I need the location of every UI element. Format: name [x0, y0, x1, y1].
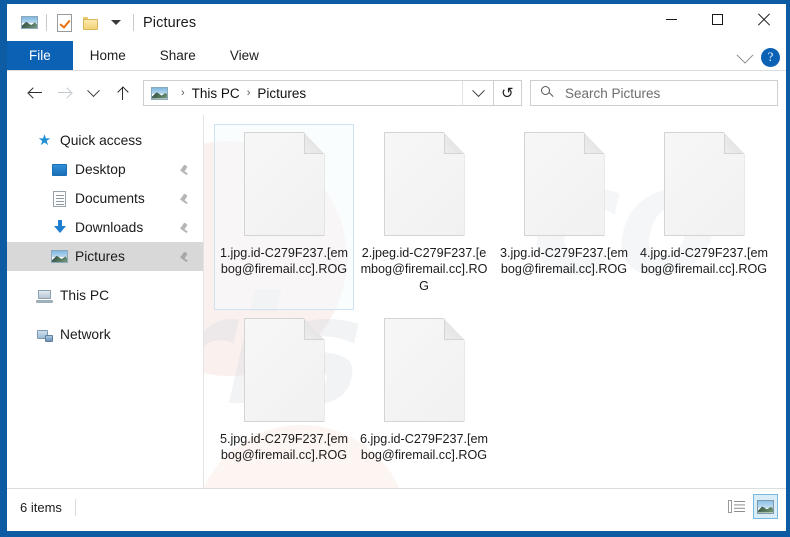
search-box[interactable]: Search Pictures: [530, 80, 778, 106]
file-name: 5.jpg.id-C279F237.[embog@firemail.cc].RO…: [219, 432, 349, 463]
sidebar-item-label: Quick access: [60, 133, 143, 148]
file-name: 4.jpg.id-C279F237.[embog@firemail.cc].RO…: [639, 246, 769, 277]
pictures-icon: [51, 249, 68, 265]
generic-file-icon: [383, 318, 465, 422]
new-folder-icon[interactable]: [77, 12, 103, 34]
documents-icon: [51, 190, 68, 207]
up-button[interactable]: [108, 78, 137, 108]
refresh-icon: ↻: [501, 84, 514, 102]
sidebar-item-label: Documents: [75, 191, 145, 206]
pin-icon[interactable]: [179, 223, 189, 234]
file-name: 6.jpg.id-C279F237.[embog@firemail.cc].RO…: [359, 432, 489, 463]
refresh-button[interactable]: ↻: [494, 80, 522, 106]
address-bar: › This PC › Pictures ↻ Search Pictures: [7, 71, 786, 115]
status-divider: [74, 499, 76, 516]
sidebar-item-pictures[interactable]: Pictures: [7, 242, 203, 271]
sidebar-item-this-pc[interactable]: This PC: [7, 281, 203, 310]
view-mode-buttons: [724, 494, 778, 519]
file-name: 2.jpeg.id-C279F237.[embog@firemail.cc].R…: [360, 246, 488, 293]
generic-file-icon: [523, 132, 605, 236]
tab-file[interactable]: File: [7, 41, 73, 70]
back-button[interactable]: [21, 78, 50, 108]
file-item[interactable]: 5.jpg.id-C279F237.[embog@firemail.cc].RO…: [214, 310, 354, 488]
pin-icon[interactable]: [179, 194, 189, 205]
navigation-pane: ★ Quick access Desktop Documents Downloa…: [7, 115, 203, 488]
file-item[interactable]: 4.jpg.id-C279F237.[embog@firemail.cc].RO…: [634, 124, 774, 310]
sidebar-item-label: Downloads: [75, 220, 144, 235]
forward-button[interactable]: [50, 78, 79, 108]
sidebar-item-label: Desktop: [75, 162, 126, 177]
file-name: 3.jpg.id-C279F237.[embog@firemail.cc].RO…: [499, 246, 629, 277]
search-input[interactable]: Search Pictures: [565, 86, 660, 101]
quick-access-toolbar: Pictures: [7, 12, 196, 34]
desktop-icon: [51, 162, 68, 178]
pin-icon[interactable]: [179, 252, 189, 263]
sidebar-item-label: Network: [60, 327, 111, 342]
sidebar-item-downloads[interactable]: Downloads: [7, 213, 203, 242]
network-icon: [36, 327, 53, 343]
status-bar: 6 items: [7, 488, 786, 526]
breadcrumb-dropdown-chevron-down-icon[interactable]: [462, 81, 493, 105]
window-title: Pictures: [143, 14, 197, 31]
customize-dropdown-icon[interactable]: [103, 12, 129, 34]
sidebar-item-quick-access[interactable]: ★ Quick access: [7, 126, 203, 155]
ribbon-tabs: File Home Share View ?: [7, 41, 786, 71]
file-list-view[interactable]: ris co 1.jpg.id-C279F237.[embog@firemail…: [204, 115, 786, 488]
star-icon: ★: [37, 132, 52, 149]
file-item[interactable]: 1.jpg.id-C279F237.[embog@firemail.cc].RO…: [214, 124, 354, 310]
title-bar: Pictures: [7, 4, 786, 41]
window-controls: [648, 4, 786, 34]
tab-share[interactable]: Share: [143, 41, 213, 70]
toolbar-divider: [46, 14, 47, 31]
maximize-button[interactable]: [694, 4, 740, 34]
close-button[interactable]: [740, 4, 786, 34]
large-icons-view-button[interactable]: [753, 494, 778, 519]
file-name: 1.jpg.id-C279F237.[embog@firemail.cc].RO…: [219, 246, 349, 277]
breadcrumb-separator-1: ›: [246, 87, 251, 99]
breadcrumb-pictures-icon: [151, 86, 168, 100]
details-view-button[interactable]: [724, 494, 749, 519]
expand-ribbon-chevron-down-icon[interactable]: [736, 46, 754, 64]
this-pc-icon: [36, 288, 53, 304]
sidebar-item-label: This PC: [60, 288, 110, 303]
file-item[interactable]: 2.jpeg.id-C279F237.[embog@firemail.cc].R…: [354, 124, 494, 310]
recent-locations-chevron-down-icon[interactable]: [79, 78, 108, 108]
ribbon-right-controls: ?: [736, 46, 780, 67]
file-item[interactable]: 6.jpg.id-C279F237.[embog@firemail.cc].RO…: [354, 310, 494, 488]
breadcrumb[interactable]: › This PC › Pictures: [143, 80, 494, 106]
breadcrumb-item-pictures[interactable]: Pictures: [257, 86, 306, 101]
main-area: ★ Quick access Desktop Documents Downloa…: [7, 115, 786, 488]
tab-home[interactable]: Home: [73, 41, 143, 70]
window-body: Pictures File Home Share View ? › This P…: [7, 4, 786, 531]
pictures-folder-icon[interactable]: [16, 12, 42, 34]
breadcrumb-separator-0: ›: [181, 87, 185, 99]
generic-file-icon: [383, 132, 465, 236]
generic-file-icon: [663, 132, 745, 236]
file-item[interactable]: 3.jpg.id-C279F237.[embog@firemail.cc].RO…: [494, 124, 634, 310]
generic-file-icon: [243, 318, 325, 422]
sidebar-item-label: Pictures: [75, 249, 125, 264]
explorer-window: Pictures File Home Share View ? › This P…: [0, 0, 790, 537]
pin-icon[interactable]: [179, 165, 189, 176]
sidebar-item-network[interactable]: Network: [7, 320, 203, 349]
item-count-label: 6 items: [20, 500, 62, 515]
breadcrumb-item-this-pc[interactable]: This PC: [192, 86, 240, 101]
help-button[interactable]: ?: [761, 48, 780, 67]
sidebar-item-desktop[interactable]: Desktop: [7, 155, 203, 184]
minimize-button[interactable]: [648, 4, 694, 34]
sidebar-item-documents[interactable]: Documents: [7, 184, 203, 213]
search-icon: [540, 86, 560, 100]
tab-view[interactable]: View: [213, 41, 276, 70]
toolbar-divider-2: [133, 14, 134, 31]
file-grid: 1.jpg.id-C279F237.[embog@firemail.cc].RO…: [214, 124, 786, 488]
downloads-icon: [51, 220, 68, 236]
generic-file-icon: [243, 132, 325, 236]
properties-icon[interactable]: [51, 12, 77, 34]
